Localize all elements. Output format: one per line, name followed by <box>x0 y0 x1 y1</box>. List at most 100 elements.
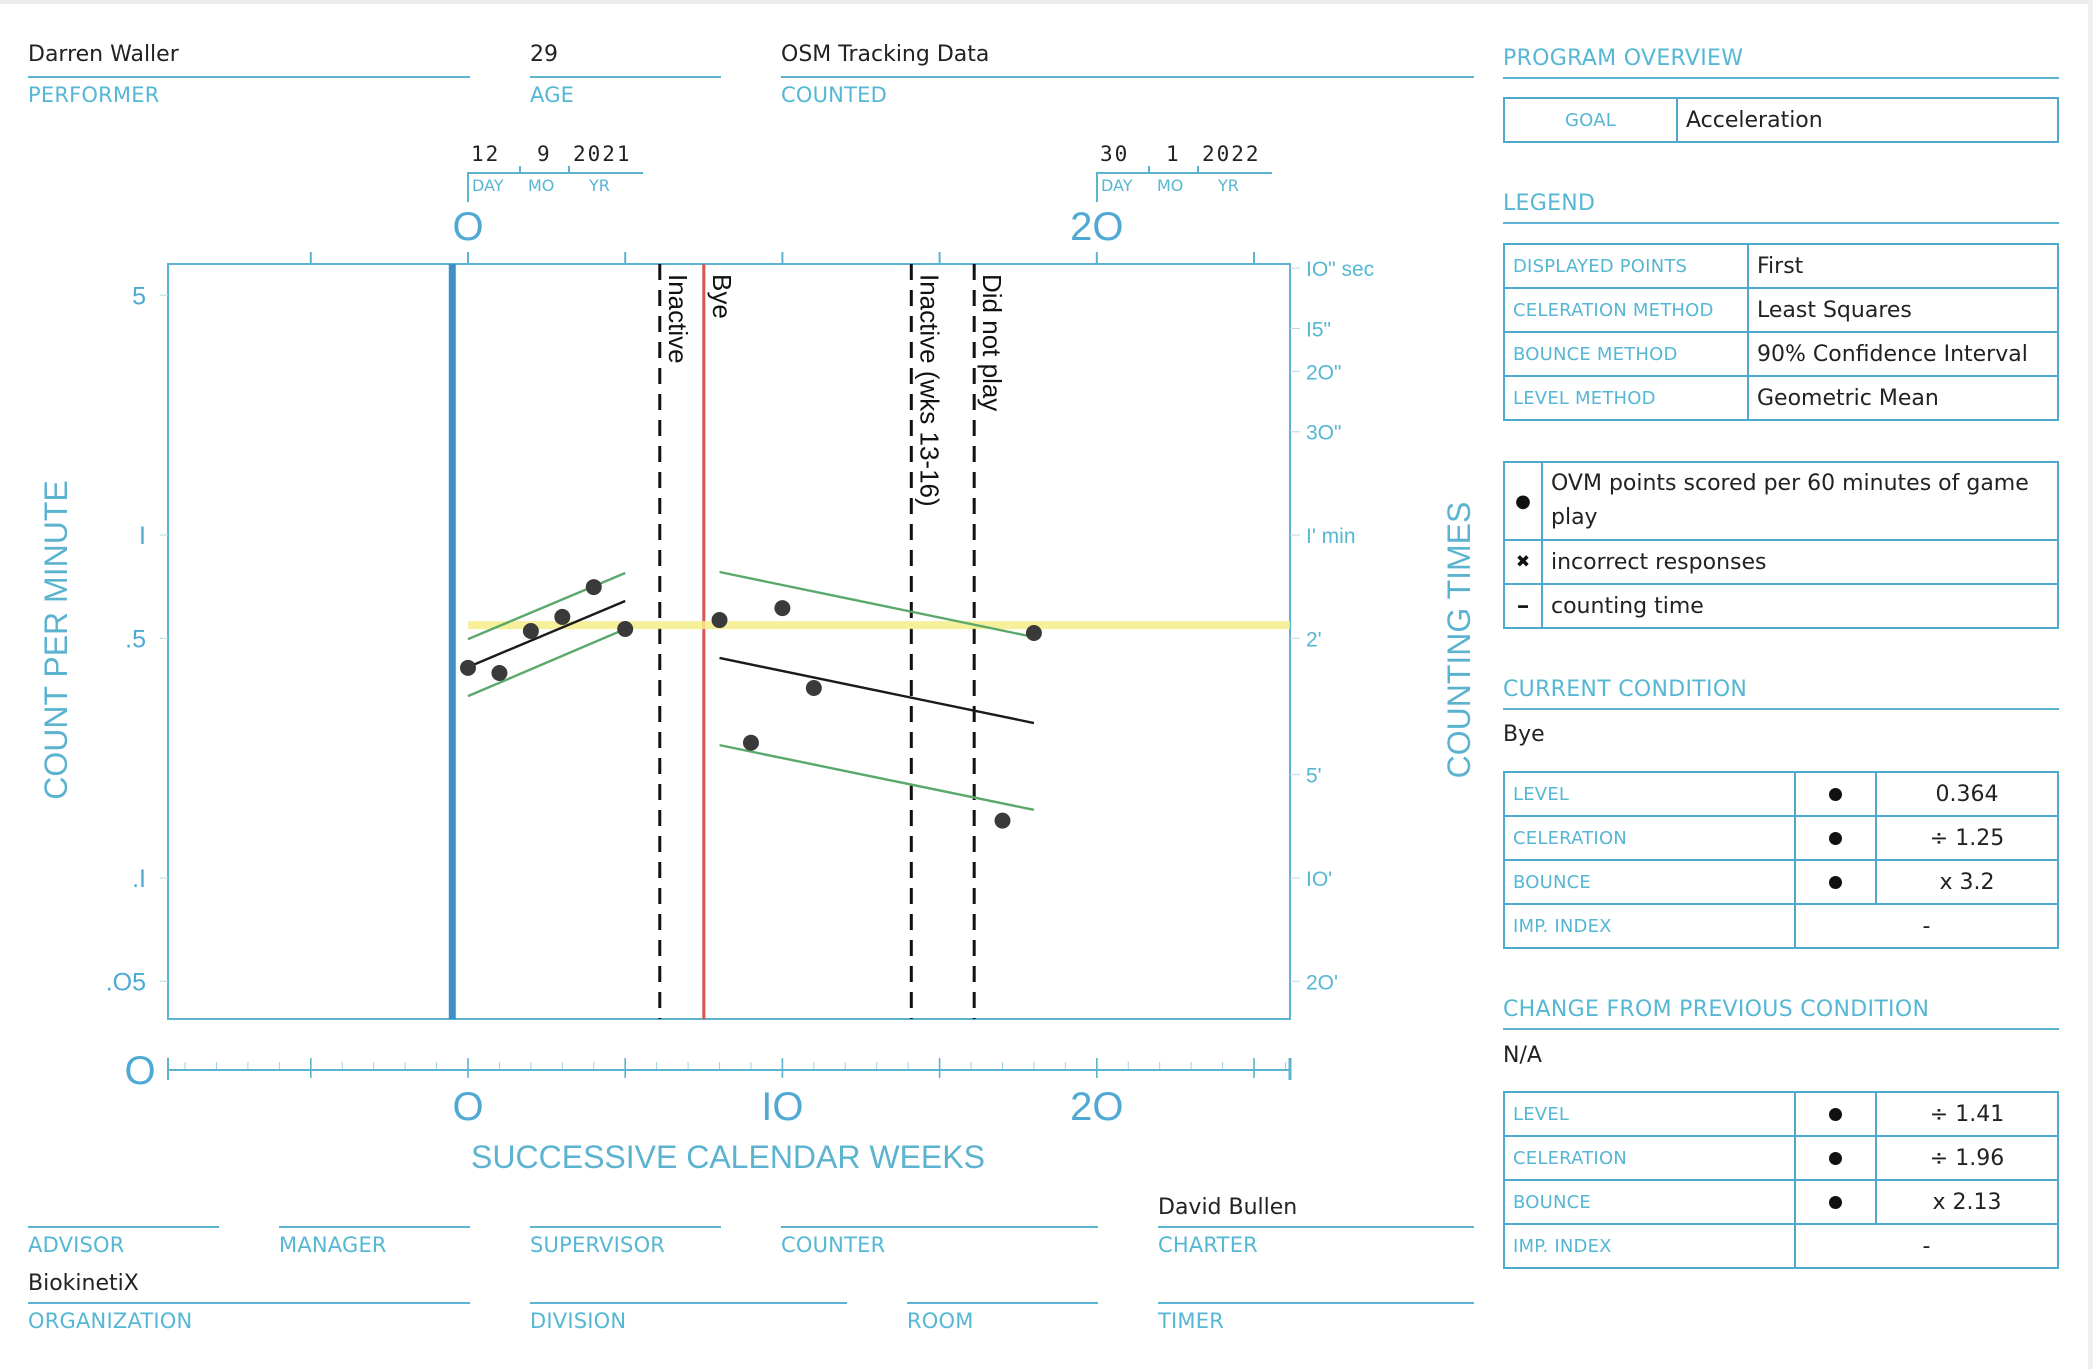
current-condition-heading: CURRENT CONDITION <box>1503 677 2059 710</box>
room-label: ROOM <box>907 1309 974 1333</box>
legend-symbol-text: counting time <box>1541 583 2059 629</box>
goal-label: GOAL <box>1503 97 1678 143</box>
change-condition-rule <box>1503 1028 2059 1030</box>
right-strip <box>2088 0 2093 1369</box>
legend-row: LEVEL METHOD Geometric Mean <box>1503 375 2059 421</box>
manager-field[interactable]: MANAGER <box>279 1190 470 1260</box>
legend-row-value[interactable]: Least Squares <box>1747 287 2059 333</box>
y2-tick-label: I' min <box>1306 525 1356 548</box>
condition-row: IMP. INDEX - <box>1503 903 2059 949</box>
bounce-upper-phase-1 <box>467 571 626 641</box>
change-condition-title: CHANGE FROM PREVIOUS CONDITION <box>1503 997 1930 1022</box>
data-point <box>585 579 602 596</box>
charter-field[interactable]: David Bullen CHARTER <box>1158 1190 1474 1260</box>
goal-table: GOAL Acceleration <box>1503 97 2059 143</box>
legend-symbols-table: ● OVM points scored per 60 minutes of ga… <box>1503 461 2059 629</box>
dash-icon: ━ <box>1503 583 1543 629</box>
organization-field[interactable]: BiokinetiX ORGANIZATION <box>28 1266 470 1336</box>
supervisor-field[interactable]: SUPERVISOR <box>530 1190 721 1260</box>
legend-rule <box>1503 222 2059 224</box>
change-row-value: x 2.13 <box>1875 1179 2059 1225</box>
current-condition-rule <box>1503 708 2059 710</box>
y2-tick-label: 3O" <box>1306 422 1341 445</box>
y2-tick-label: IO' <box>1306 868 1332 891</box>
data-point <box>491 664 508 681</box>
filled-dot-icon <box>1794 859 1877 905</box>
data-point <box>711 612 728 629</box>
top-tick-label: O <box>452 205 483 249</box>
manager-rule <box>279 1226 470 1228</box>
legend-row-label: DISPLAYED POINTS <box>1503 243 1749 289</box>
legend-row: BOUNCE METHOD 90% Confidence Interval <box>1503 331 2059 377</box>
condition-row-label: BOUNCE <box>1503 859 1796 905</box>
legend-symbol-row: ● OVM points scored per 60 minutes of ga… <box>1503 461 2059 541</box>
change-row-label: BOUNCE <box>1503 1179 1796 1225</box>
y-tick-label: .O5 <box>106 968 146 996</box>
y2-axis-title: COUNTING TIMES <box>1441 502 1477 779</box>
change-row: BOUNCE x 2.13 <box>1503 1179 2059 1225</box>
program-overview-heading: PROGRAM OVERVIEW <box>1503 46 2059 79</box>
charter-label: CHARTER <box>1158 1233 1258 1257</box>
y-tick-label: I <box>139 522 146 550</box>
chart-labels: O 2O O O IO 2O SUCCESSIVE CALENDAR WEEKS 5 I .5 .I… <box>38 205 1477 1175</box>
data-point <box>522 622 539 639</box>
condition-row-value: ÷ 1.25 <box>1875 815 2059 861</box>
change-row-value: - <box>1794 1223 2059 1269</box>
legend-row-label: LEVEL METHOD <box>1503 375 1749 421</box>
celeration-phase-1 <box>467 599 626 669</box>
legend-row-value[interactable]: First <box>1747 243 2059 289</box>
current-condition-table: LEVEL 0.364 CELERATION ÷ 1.25 BOUNCE x 3… <box>1503 771 2059 949</box>
y-tick-label: .I <box>132 865 146 893</box>
condition-row-label: LEVEL <box>1503 771 1796 817</box>
y-tick-label: .5 <box>125 625 146 653</box>
organization-label: ORGANIZATION <box>28 1309 193 1333</box>
condition-row: LEVEL 0.364 <box>1503 771 2059 817</box>
room-field[interactable]: ROOM <box>907 1266 1098 1336</box>
organization-rule <box>28 1302 470 1304</box>
data-point <box>742 734 759 751</box>
condition-row-label: CELERATION <box>1503 815 1796 861</box>
current-condition-title: CURRENT CONDITION <box>1503 677 1748 702</box>
division-field[interactable]: DIVISION <box>530 1266 847 1336</box>
manager-label: MANAGER <box>279 1233 387 1257</box>
legend-symbol-text: incorrect responses <box>1541 539 2059 585</box>
y-tick-label: 5 <box>132 282 146 310</box>
legend-row-label: CELERATION METHOD <box>1503 287 1749 333</box>
y2-tick-label: IO" sec <box>1306 258 1374 281</box>
data-point <box>774 600 791 617</box>
condition-row-value: - <box>1794 903 2059 949</box>
advisor-label: ADVISOR <box>28 1233 125 1257</box>
timer-rule <box>1158 1302 1474 1304</box>
data-points <box>460 579 1042 829</box>
legend-row-label: BOUNCE METHOD <box>1503 331 1749 377</box>
legend-row-value[interactable]: Geometric Mean <box>1747 375 2059 421</box>
condition-row-label: IMP. INDEX <box>1503 903 1796 949</box>
filled-dot-icon <box>1794 1091 1877 1137</box>
filled-dot-icon <box>1794 771 1877 817</box>
supervisor-label: SUPERVISOR <box>530 1233 666 1257</box>
current-condition-name: Bye <box>1503 722 1545 747</box>
y2-tick-label: I5" <box>1306 318 1331 341</box>
program-overview-rule <box>1503 77 2059 79</box>
legend-symbol-row: ━ counting time <box>1503 583 2059 629</box>
goal-row: GOAL Acceleration <box>1503 97 2059 143</box>
bottom-axis-origin-label: O <box>124 1049 155 1093</box>
legend-row-value[interactable]: 90% Confidence Interval <box>1747 331 2059 377</box>
change-row-label: LEVEL <box>1503 1091 1796 1137</box>
y2-tick-label: 5' <box>1306 765 1322 788</box>
advisor-rule <box>28 1226 219 1228</box>
timer-field[interactable]: TIMER <box>1158 1266 1474 1336</box>
counter-field[interactable]: COUNTER <box>781 1190 1098 1260</box>
legend-symbol-row: ✖ incorrect responses <box>1503 539 2059 585</box>
condition-row-value: 0.364 <box>1875 771 2059 817</box>
x-tick-label: O <box>452 1085 483 1129</box>
change-row: LEVEL ÷ 1.41 <box>1503 1091 2059 1137</box>
charter-rule <box>1158 1226 1474 1228</box>
goal-value[interactable]: Acceleration <box>1676 97 2059 143</box>
change-row: IMP. INDEX - <box>1503 1223 2059 1269</box>
change-row-value: ÷ 1.41 <box>1875 1091 2059 1137</box>
legend-title: LEGEND <box>1503 191 1596 216</box>
phase-label: Inactive <box>663 274 693 364</box>
advisor-field[interactable]: ADVISOR <box>28 1190 219 1260</box>
filled-dot-icon <box>1794 1179 1877 1225</box>
